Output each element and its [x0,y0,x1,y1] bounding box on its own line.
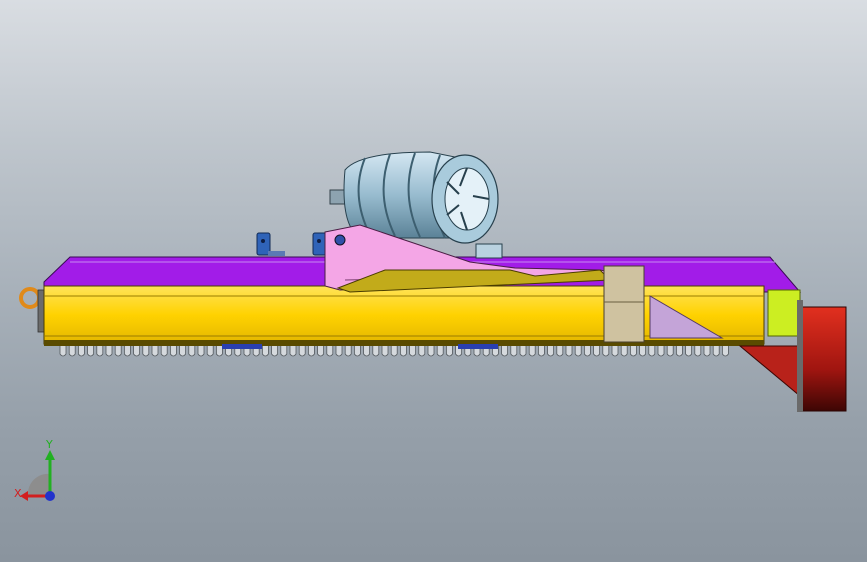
blade-tooth [400,346,407,357]
lift-eye-ring[interactable] [19,287,47,333]
blade-tooth [611,346,619,357]
blade-tooth [160,346,168,357]
blade-tooth [216,346,223,357]
blade-tooth [676,346,683,357]
blade-tooth [124,346,131,357]
blade-tooth [565,346,573,357]
z-axis-dot-icon [45,491,55,501]
blade-tooth [197,346,205,357]
blade-tooth [96,346,104,357]
end-block[interactable] [767,289,801,337]
blade-tooth [620,346,628,357]
blade-tooth [556,346,564,357]
blade-tooth [87,346,94,357]
skid-plate [458,344,498,349]
blade-tooth [657,346,665,357]
side-plate[interactable] [603,265,645,343]
blade-tooth [446,346,453,357]
blade-tooth [685,346,692,357]
blade-tooth [584,346,591,357]
blade-tooth [427,346,435,357]
blade-tooth [547,346,554,357]
blade-tooth [170,346,177,357]
cutter-blade-row [59,346,729,357]
blade-tooth [354,346,361,357]
blade-tooth [519,346,527,357]
blade-tooth [308,346,315,357]
skid-plate [222,344,262,349]
blade-tooth [703,346,711,357]
mount-bracket[interactable] [256,232,285,256]
blade-tooth [280,346,288,357]
cad-viewport[interactable] [0,0,867,562]
blade-tooth [390,346,398,357]
blade-tooth [206,346,214,357]
blade-tooth [528,346,536,357]
blade-tooth [639,346,646,357]
blade-tooth [381,346,389,357]
blade-tooth [694,346,702,357]
blade-tooth [317,346,324,357]
blade-tooth [409,346,416,357]
blade-tooth [105,346,113,357]
blade-tooth [271,346,278,357]
blade-tooth [372,346,380,357]
blade-tooth [630,346,637,357]
blade-tooth [298,346,306,357]
coordinate-triad: Y X [14,440,55,501]
blade-tooth [344,346,352,357]
blade-tooth [262,346,269,357]
blade-tooth [712,346,720,357]
blade-tooth [335,346,343,357]
blade-tooth [538,346,545,357]
blade-tooth [59,346,67,357]
x-axis-label: X [14,487,22,500]
blade-tooth [363,346,370,357]
blade-tooth [602,346,610,357]
blade-tooth [666,346,674,357]
blade-tooth [510,346,518,357]
blade-tooth [418,346,426,357]
blade-tooth [133,346,140,357]
y-arrowhead-icon [45,450,55,460]
blade-tooth [722,346,729,357]
blade-tooth [151,346,159,357]
blade-tooth [188,346,196,357]
blade-tooth [501,346,508,357]
blade-tooth [114,346,122,357]
y-axis-label: Y [45,440,53,451]
blade-tooth [142,346,150,357]
blade-tooth [68,346,76,357]
blade-tooth [78,346,85,357]
blade-tooth [289,346,297,357]
blade-tooth [593,346,600,357]
blade-tooth [326,346,334,357]
blade-tooth [574,346,582,357]
blade-tooth [179,346,186,357]
blade-tooth [648,346,656,357]
blade-tooth [436,346,444,357]
mount-bracket[interactable] [312,232,327,256]
